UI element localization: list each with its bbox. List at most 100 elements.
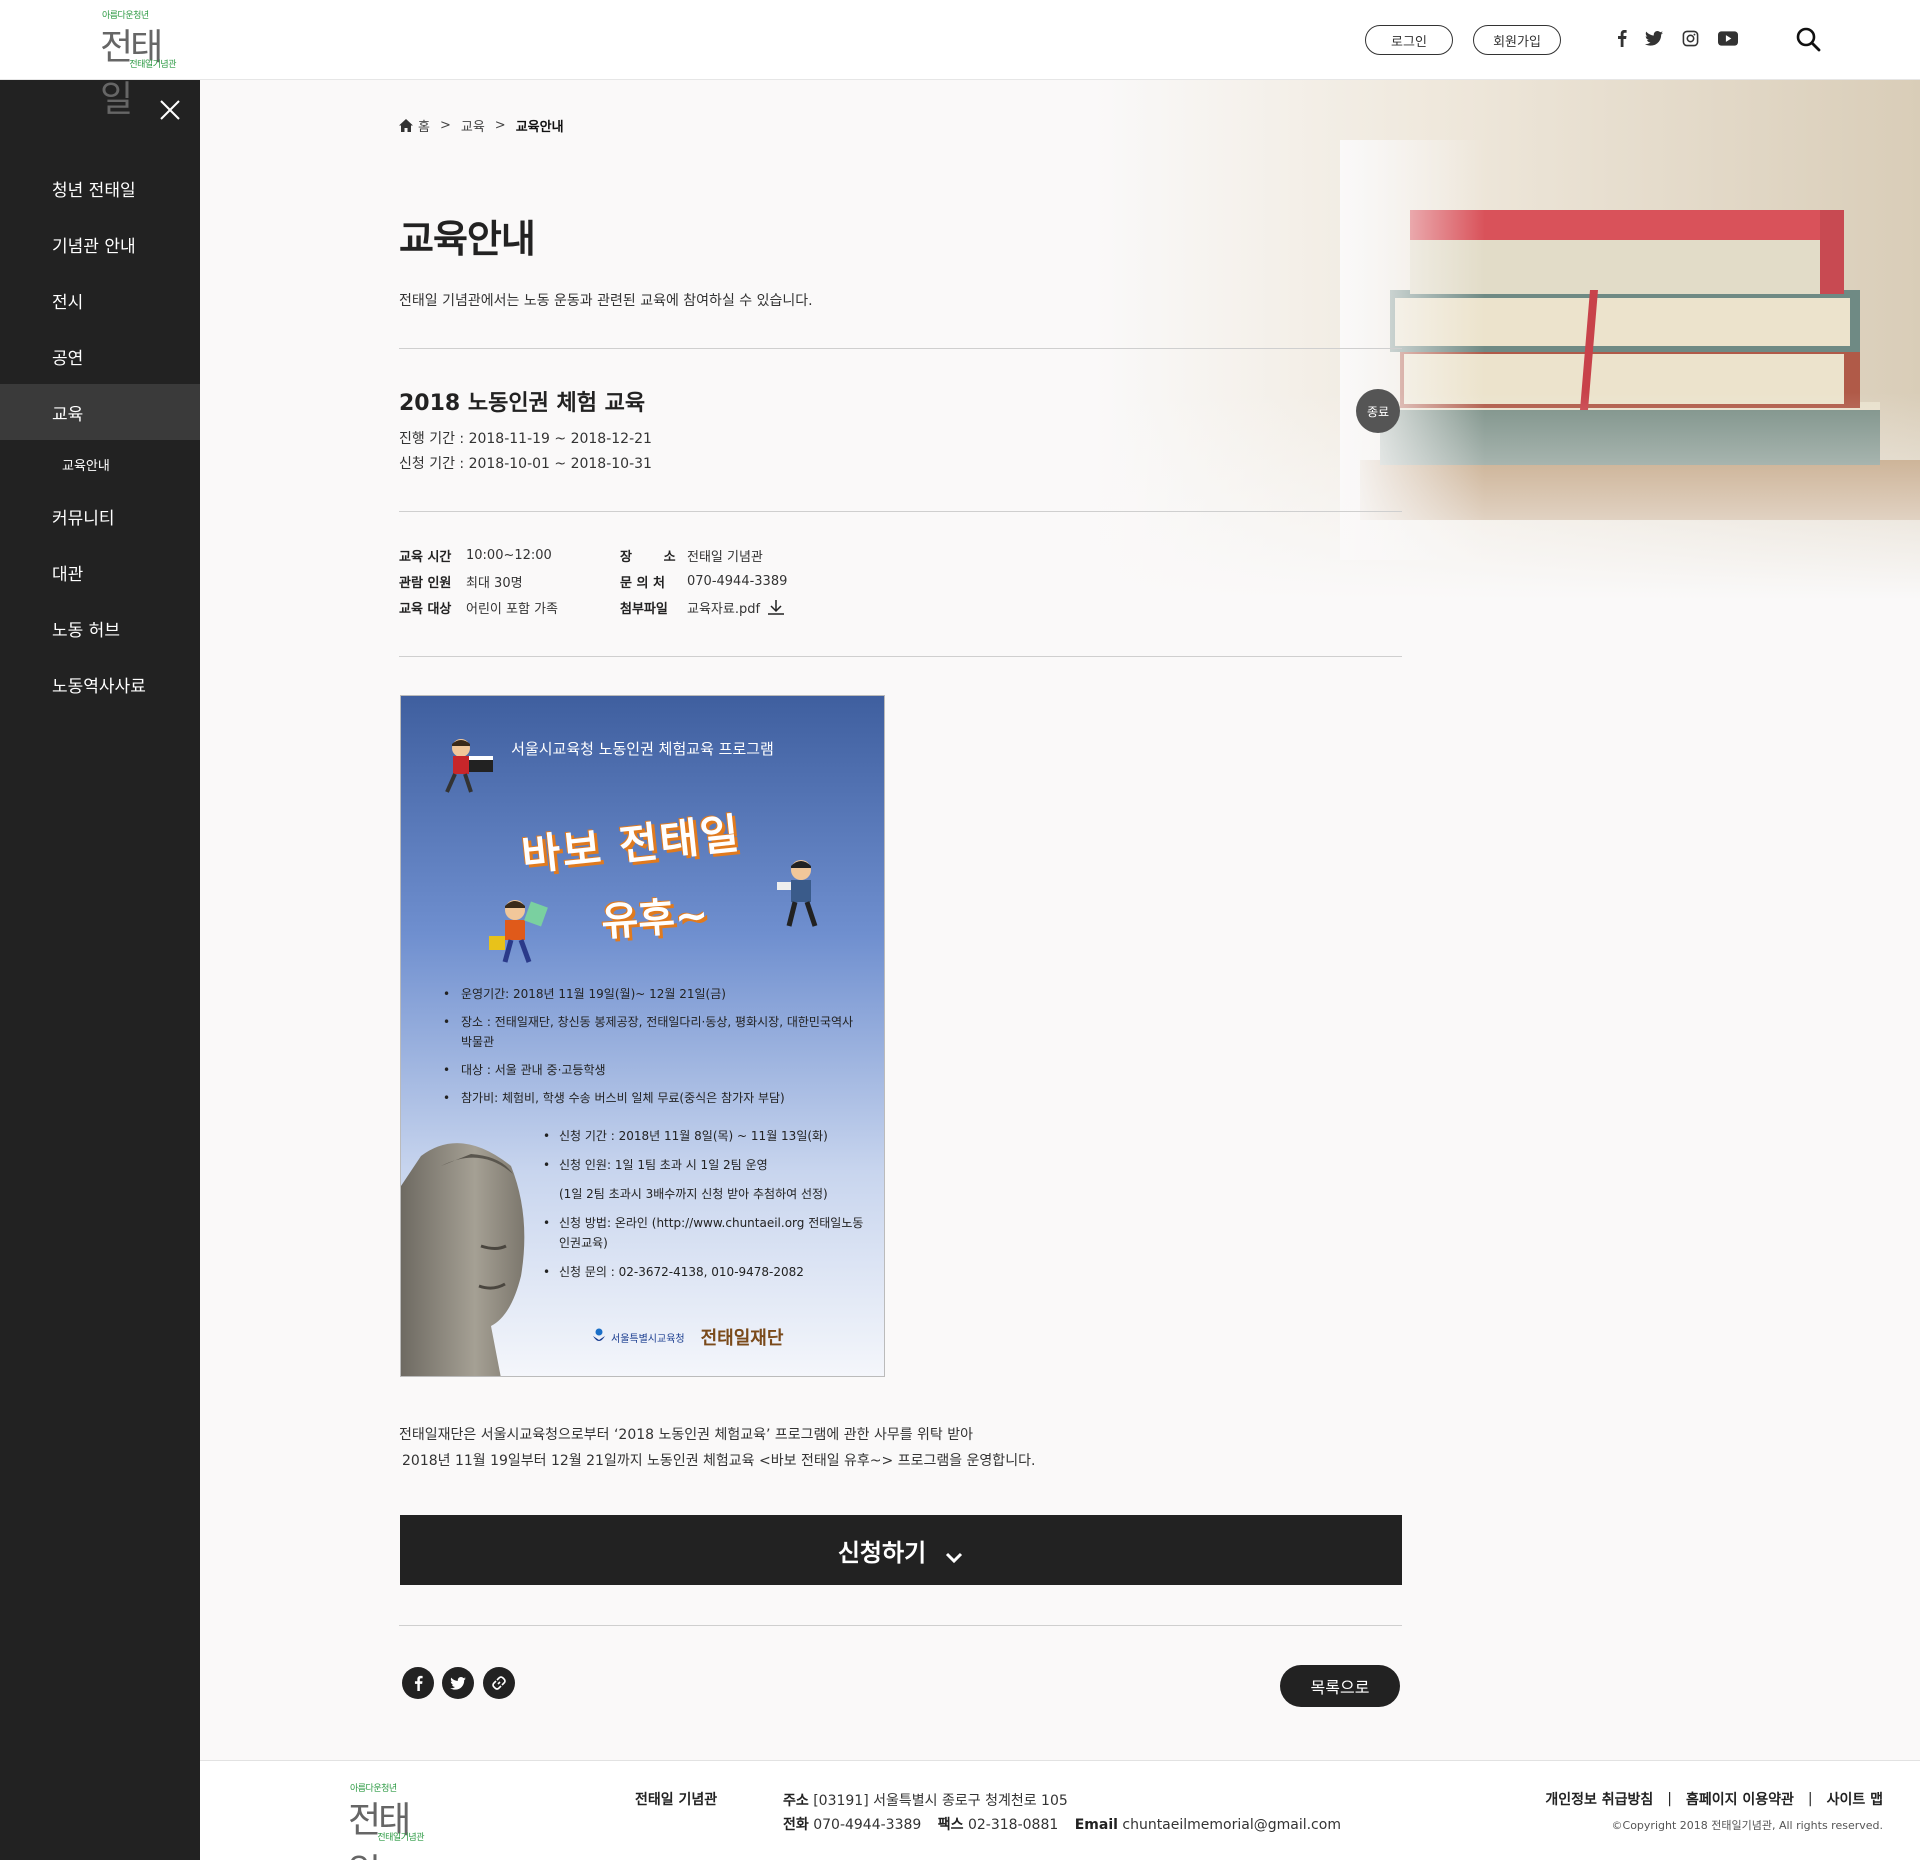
info-time-value: 10:00~12:00 [466, 547, 552, 563]
poster-info-list: 운영기간: 2018년 11월 19일(월)~ 12월 21일(금) 장소 : … [441, 984, 861, 1116]
file-download-link[interactable]: 교육자료.pdf [687, 598, 760, 617]
link-icon [491, 1675, 507, 1691]
hero-fade [200, 80, 1920, 600]
breadcrumb-separator: > [494, 118, 506, 133]
footer-address-value: [03191] 서울특별시 종로구 청계천로 105 [813, 1793, 1068, 1809]
footer-tel-label: 전화 [783, 1817, 809, 1833]
description-line: 전태일재단은 서울시교육청으로부터 ‘2018 노동인권 체험교육’ 프로그램에… [399, 1427, 974, 1443]
info-file: 첨부파일 교육자료.pdf [620, 597, 786, 617]
sidebar: 청년 전태일 기념관 안내 전시 공연 교육 교육안내 커뮤니티 대관 노동 허… [0, 80, 200, 1860]
hero-background [200, 80, 1920, 600]
poster-apply-list: 신청 기간 : 2018년 11월 8일(목) ~ 11월 13일(화) 신청 … [541, 1126, 871, 1291]
share-link-button[interactable] [483, 1667, 515, 1699]
poster-subitem-note: (1일 2팀 초과시 3배수까지 신청 받아 추첨하여 선정) [559, 1187, 828, 1201]
sidebar-item-performance[interactable]: 공연 [0, 328, 200, 384]
sidebar-subitem-education-info[interactable]: 교육안내 [0, 440, 200, 488]
footer-link-separator: | [1667, 1791, 1672, 1807]
download-icon[interactable] [766, 599, 786, 615]
footer-links: 개인정보 취급방침 | 홈페이지 이용약관 | 사이트 맵 [1545, 1789, 1883, 1809]
breadcrumb-current: 교육안내 [515, 120, 564, 135]
twitter-icon[interactable] [1642, 26, 1666, 50]
footer-org-name: 전태일 기념관 [635, 1792, 718, 1808]
status-badge: 종료 [1356, 389, 1400, 433]
info-file-label: 첨부파일 [620, 601, 668, 617]
breadcrumb-education[interactable]: 교육 [461, 116, 485, 135]
info-people-value: 최대 30명 [466, 575, 523, 591]
footer-email-label: Email [1074, 1817, 1118, 1833]
chevron-down-icon [944, 1543, 964, 1564]
apply-button-label: 신청하기 [837, 1538, 927, 1567]
login-button[interactable]: 로그인 [1365, 25, 1453, 55]
breadcrumb: 홈 > 교육 > 교육안내 [399, 116, 564, 135]
footer-address-block: 주소 [03191] 서울특별시 종로구 청계천로 105 전화 070-494… [783, 1789, 1341, 1837]
logo-main-text: 전태일 [100, 27, 163, 120]
divider [399, 1625, 1402, 1626]
footer-tel-value: 070-4944-3389 [813, 1817, 922, 1833]
sidebar-item-youth-jeontaeil[interactable]: 청년 전태일 [0, 160, 200, 216]
sidebar-item-rental[interactable]: 대관 [0, 544, 200, 600]
info-time: 교육 시간 10:00~12:00 [399, 545, 552, 565]
sidebar-item-labor-history[interactable]: 노동역사사료 [0, 656, 200, 712]
page-title: 교육안내 [399, 216, 536, 261]
breadcrumb-home[interactable]: 홈 [418, 116, 430, 135]
event-poster: 서울시교육청 노동인권 체험교육 프로그램 바보 전태일 유후~ • 운영기간:… [400, 695, 885, 1377]
character-illustration [489, 900, 548, 963]
info-place-label: 장 소 [620, 549, 676, 565]
info-target-label: 교육 대상 [399, 601, 452, 617]
info-place-value: 전태일 기념관 [687, 549, 763, 565]
facebook-icon [414, 1675, 423, 1691]
sidebar-item-memorial-info[interactable]: 기념관 안내 [0, 216, 200, 272]
privacy-policy-link[interactable]: 개인정보 취급방침 [1545, 1789, 1653, 1809]
breadcrumb-separator: > [439, 118, 451, 133]
footer-address-label: 주소 [783, 1793, 809, 1809]
event-description: 전태일재단은 서울시교육청으로부터 ‘2018 노동인권 체험교육’ 프로그램에… [399, 1422, 1035, 1474]
divider [399, 656, 1402, 657]
seoul-education-office-text: 서울특별시교육청 [611, 1333, 685, 1345]
sidebar-item-exhibition[interactable]: 전시 [0, 272, 200, 328]
info-people-label: 관람 인원 [399, 575, 452, 591]
poster-subitem: 신청 인원: 1일 1팀 초과 시 1일 2팀 운영 [541, 1155, 871, 1175]
seoul-education-office-logo: 서울특별시교육청 [591, 1328, 685, 1346]
back-to-list-button[interactable]: 목록으로 [1280, 1665, 1400, 1707]
poster-title: 바보 전태일 [519, 808, 744, 881]
site-logo[interactable]: 아름다운청년 전태일 전태일기념관 [100, 6, 180, 120]
terms-link[interactable]: 홈페이지 이용약관 [1686, 1789, 1794, 1809]
facebook-icon[interactable] [1610, 26, 1634, 50]
footer-address: 주소 [03191] 서울특별시 종로구 청계천로 105 [783, 1789, 1341, 1813]
footer-contacts: 전화 070-4944-3389 팩스 02-318-0881 Email ch… [783, 1813, 1341, 1837]
poster-item: 참가비: 체험비, 학생 수송 버스비 일체 무료(중식은 참가자 부담) [441, 1088, 861, 1108]
home-icon[interactable] [399, 119, 413, 132]
character-illustration [777, 860, 818, 927]
header: 아름다운청년 전태일 전태일기념관 로그인 회원가입 [0, 0, 1920, 120]
twitter-icon [450, 1676, 466, 1690]
join-button[interactable]: 회원가입 [1473, 25, 1561, 55]
sidebar-item-community[interactable]: 커뮤니티 [0, 488, 200, 544]
poster-item: 장소 : 전태일재단, 창신동 봉제공장, 전태일다리·동상, 평화시장, 대한… [441, 1012, 861, 1052]
poster-logos: 서울특별시교육청 전태일재단 [591, 1324, 783, 1350]
event-title: 2018 노동인권 체험 교육 [399, 391, 646, 416]
sidebar-item-education[interactable]: 교육 [0, 384, 200, 440]
info-contact-value: 070-4944-3389 [687, 573, 788, 589]
instagram-icon[interactable] [1678, 26, 1702, 50]
sitemap-link[interactable]: 사이트 맵 [1827, 1789, 1883, 1809]
footer-fax-label: 팩스 [937, 1817, 964, 1833]
share-facebook-button[interactable] [402, 1667, 434, 1699]
info-time-label: 교육 시간 [399, 549, 452, 565]
poster-subitem: 신청 기간 : 2018년 11월 8일(목) ~ 11월 13일(화) [541, 1126, 871, 1146]
search-icon[interactable] [1795, 26, 1823, 54]
divider [399, 511, 1402, 512]
sidebar-nav: 청년 전태일 기념관 안내 전시 공연 교육 교육안내 커뮤니티 대관 노동 허… [0, 160, 200, 712]
apply-button[interactable]: 신청하기 [400, 1515, 1402, 1585]
statue-image [401, 1143, 525, 1376]
poster-subitem: 신청 문의 : 02-3672-4138, 010-9478-2082 [541, 1262, 871, 1282]
share-twitter-button[interactable] [442, 1667, 474, 1699]
info-contact-label: 문 의 처 [620, 575, 665, 591]
poster-subitem: 신청 방법: 온라인 (http://www.chuntaeil.org 전태일… [541, 1213, 871, 1253]
copyright: ©Copyright 2018 전태일기념관, All rights reser… [1611, 1819, 1883, 1832]
sidebar-item-labor-hub[interactable]: 노동 허브 [0, 600, 200, 656]
info-place: 장 소 전태일 기념관 [620, 545, 763, 565]
youtube-icon[interactable] [1716, 26, 1740, 50]
info-target: 교육 대상 어린이 포함 가족 [399, 597, 558, 617]
event-apply-period: 신청 기간 : 2018-10-01 ~ 2018-10-31 [399, 456, 652, 472]
foundation-logo: 전태일재단 [700, 1328, 784, 1349]
